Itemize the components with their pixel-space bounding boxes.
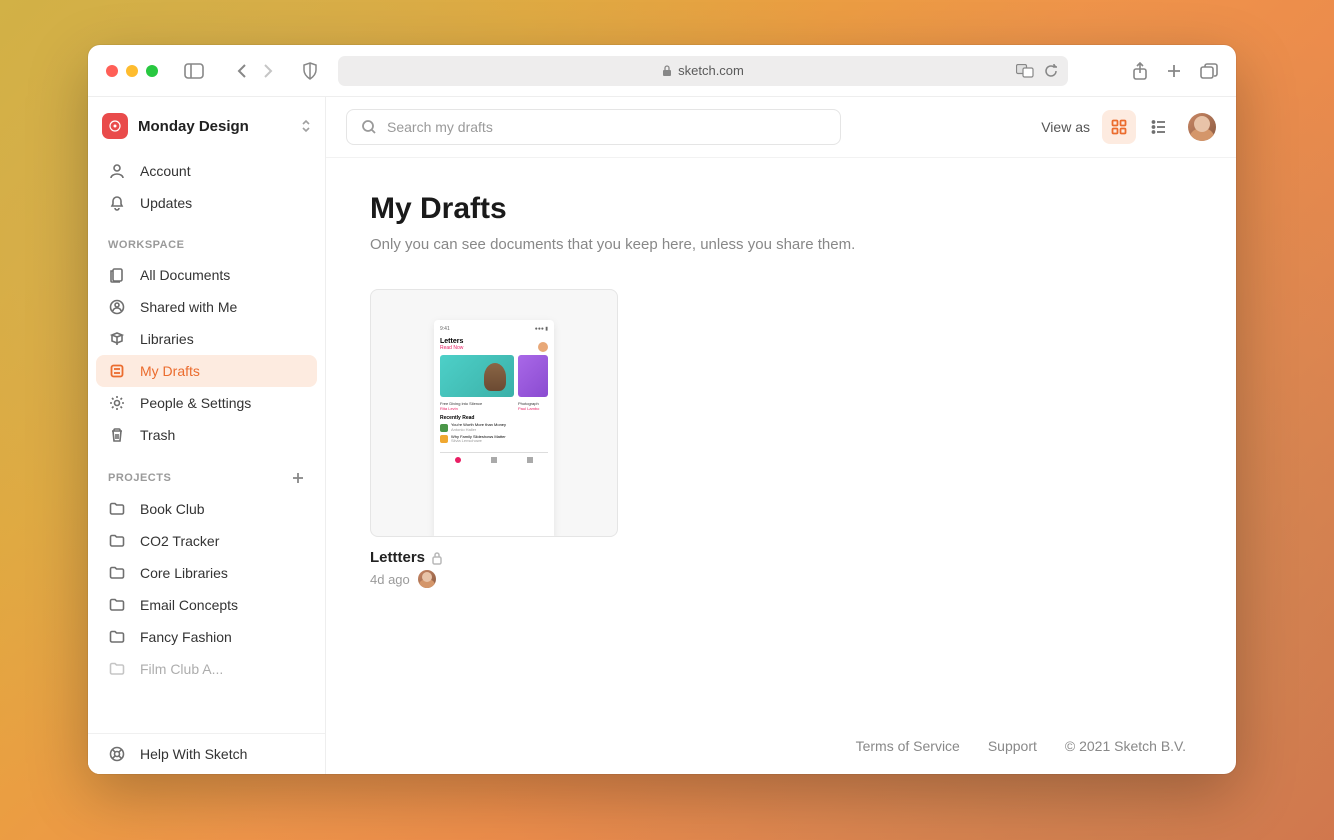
new-tab-icon[interactable] [1166,62,1182,80]
back-button[interactable] [236,63,248,79]
sidebar-item-trash[interactable]: Trash [96,419,317,451]
section-workspace-header: WORKSPACE [96,219,317,259]
folder-icon [108,566,126,580]
search-icon [361,119,377,135]
lock-icon [662,65,672,77]
main-header: View as [326,97,1236,158]
sidebar: Monday Design Account Updates WORKSPACE [88,97,326,774]
minimize-window-button[interactable] [126,65,138,77]
document-time: 4d ago [370,572,410,587]
user-avatar[interactable] [1188,113,1216,141]
view-as-label: View as [1041,119,1090,135]
editor-avatar [418,570,436,588]
browser-toolbar: sketch.com [88,45,1236,97]
app-window: sketch.com [88,45,1236,774]
nav-label: Help With Sketch [140,746,247,762]
lock-icon [431,551,443,565]
sidebar-toggle-icon[interactable] [184,63,204,79]
sidebar-project-co2[interactable]: CO2 Tracker [96,525,317,557]
page-subtitle: Only you can see documents that you keep… [370,236,1192,253]
trash-icon [108,427,126,443]
close-window-button[interactable] [106,65,118,77]
page-title: My Drafts [370,192,1192,226]
bell-icon [108,195,126,211]
add-project-button[interactable] [291,471,305,485]
sidebar-project-film[interactable]: Film Club A... [96,653,317,685]
main-panel: View as My Drafts Only you can see docum… [326,97,1236,774]
workspace-switcher[interactable]: Monday Design [88,97,325,155]
nav-label: Fancy Fashion [140,629,232,645]
workspace-name: Monday Design [138,118,291,135]
tos-link[interactable]: Terms of Service [856,738,960,754]
nav-label: Account [140,163,191,179]
sidebar-item-libraries[interactable]: Libraries [96,323,317,355]
sidebar-project-email[interactable]: Email Concepts [96,589,317,621]
grid-view-button[interactable] [1102,110,1136,144]
nav-label: Trash [140,427,175,443]
library-icon [108,331,126,347]
window-controls [106,65,158,77]
nav-label: Libraries [140,331,194,347]
app-body: Monday Design Account Updates WORKSPACE [88,97,1236,774]
nav-label: Updates [140,195,192,211]
share-icon[interactable] [1132,62,1148,80]
nav-label: CO2 Tracker [140,533,219,549]
search-input[interactable] [387,119,826,135]
nav-label: Email Concepts [140,597,238,613]
help-icon [108,746,126,762]
nav-label: Film Club A... [140,661,223,677]
sidebar-item-account[interactable]: Account [96,155,317,187]
sidebar-project-book-club[interactable]: Book Club [96,493,317,525]
page-footer: Terms of Service Support © 2021 Sketch B… [370,718,1192,754]
gear-icon [108,395,126,411]
shield-icon [302,62,318,80]
document-card[interactable]: 9:41●●● ▮ Letters Read Now [370,289,618,588]
folder-icon [108,502,126,516]
document-title: Lettters [370,549,425,566]
maximize-window-button[interactable] [146,65,158,77]
sidebar-item-shared[interactable]: Shared with Me [96,291,317,323]
nav-label: My Drafts [140,363,200,379]
nav-label: All Documents [140,267,230,283]
user-icon [108,163,126,179]
nav-label: Shared with Me [140,299,237,315]
sidebar-item-people-settings[interactable]: People & Settings [96,387,317,419]
folder-icon [108,630,126,644]
search-field[interactable] [346,109,841,145]
nav-label: Core Libraries [140,565,228,581]
phone-mock: 9:41●●● ▮ Letters Read Now [434,320,554,537]
support-link[interactable]: Support [988,738,1037,754]
sidebar-footer: Help With Sketch [88,733,325,774]
url-bar[interactable]: sketch.com [338,56,1068,86]
view-toggle [1102,110,1176,144]
url-text: sketch.com [678,63,744,78]
forward-button[interactable] [262,63,274,79]
copyright-text: © 2021 Sketch B.V. [1065,738,1186,754]
tabs-icon[interactable] [1200,62,1218,80]
document-thumbnail: 9:41●●● ▮ Letters Read Now [370,289,618,537]
translate-icon[interactable] [1016,64,1034,78]
sidebar-project-fashion[interactable]: Fancy Fashion [96,621,317,653]
sidebar-project-core-libraries[interactable]: Core Libraries [96,557,317,589]
sidebar-item-updates[interactable]: Updates [96,187,317,219]
folder-icon [108,598,126,612]
nav-label: People & Settings [140,395,251,411]
nav-label: Book Club [140,501,205,517]
sidebar-item-all-documents[interactable]: All Documents [96,259,317,291]
sidebar-item-my-drafts[interactable]: My Drafts [96,355,317,387]
shared-icon [108,299,126,315]
section-projects-header: PROJECTS [96,451,317,493]
workspace-logo [102,113,128,139]
drafts-icon [108,363,126,379]
chevron-updown-icon [301,118,311,134]
sidebar-item-help[interactable]: Help With Sketch [96,738,317,770]
folder-icon [108,534,126,548]
documents-icon [108,267,126,283]
content-area: My Drafts Only you can see documents tha… [326,158,1236,774]
reload-icon[interactable] [1044,64,1058,78]
folder-icon [108,662,126,676]
list-view-button[interactable] [1142,110,1176,144]
